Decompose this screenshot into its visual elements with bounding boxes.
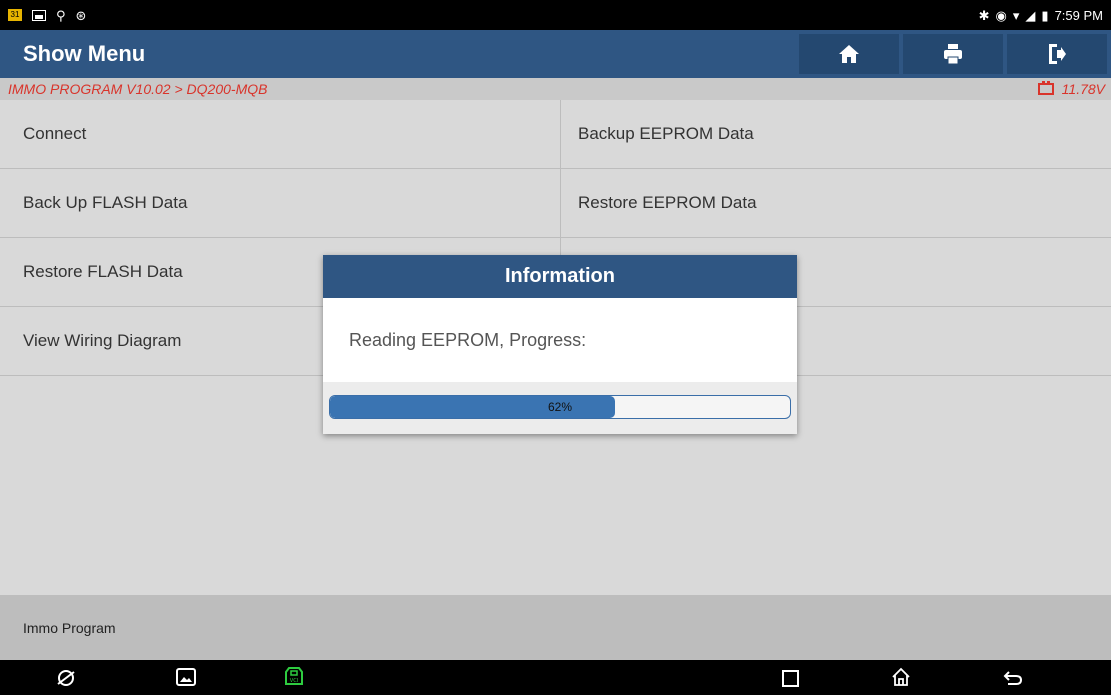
dialog-title: Information bbox=[323, 255, 797, 298]
progress-bar: 62% bbox=[329, 395, 791, 419]
modal-overlay: Information Reading EEPROM, Progress: 62… bbox=[0, 0, 1111, 695]
progress-area: 62% bbox=[323, 382, 797, 434]
progress-label: 62% bbox=[547, 400, 573, 414]
dialog-message: Reading EEPROM, Progress: bbox=[349, 329, 587, 350]
information-dialog: Information Reading EEPROM, Progress: 62… bbox=[323, 255, 797, 434]
